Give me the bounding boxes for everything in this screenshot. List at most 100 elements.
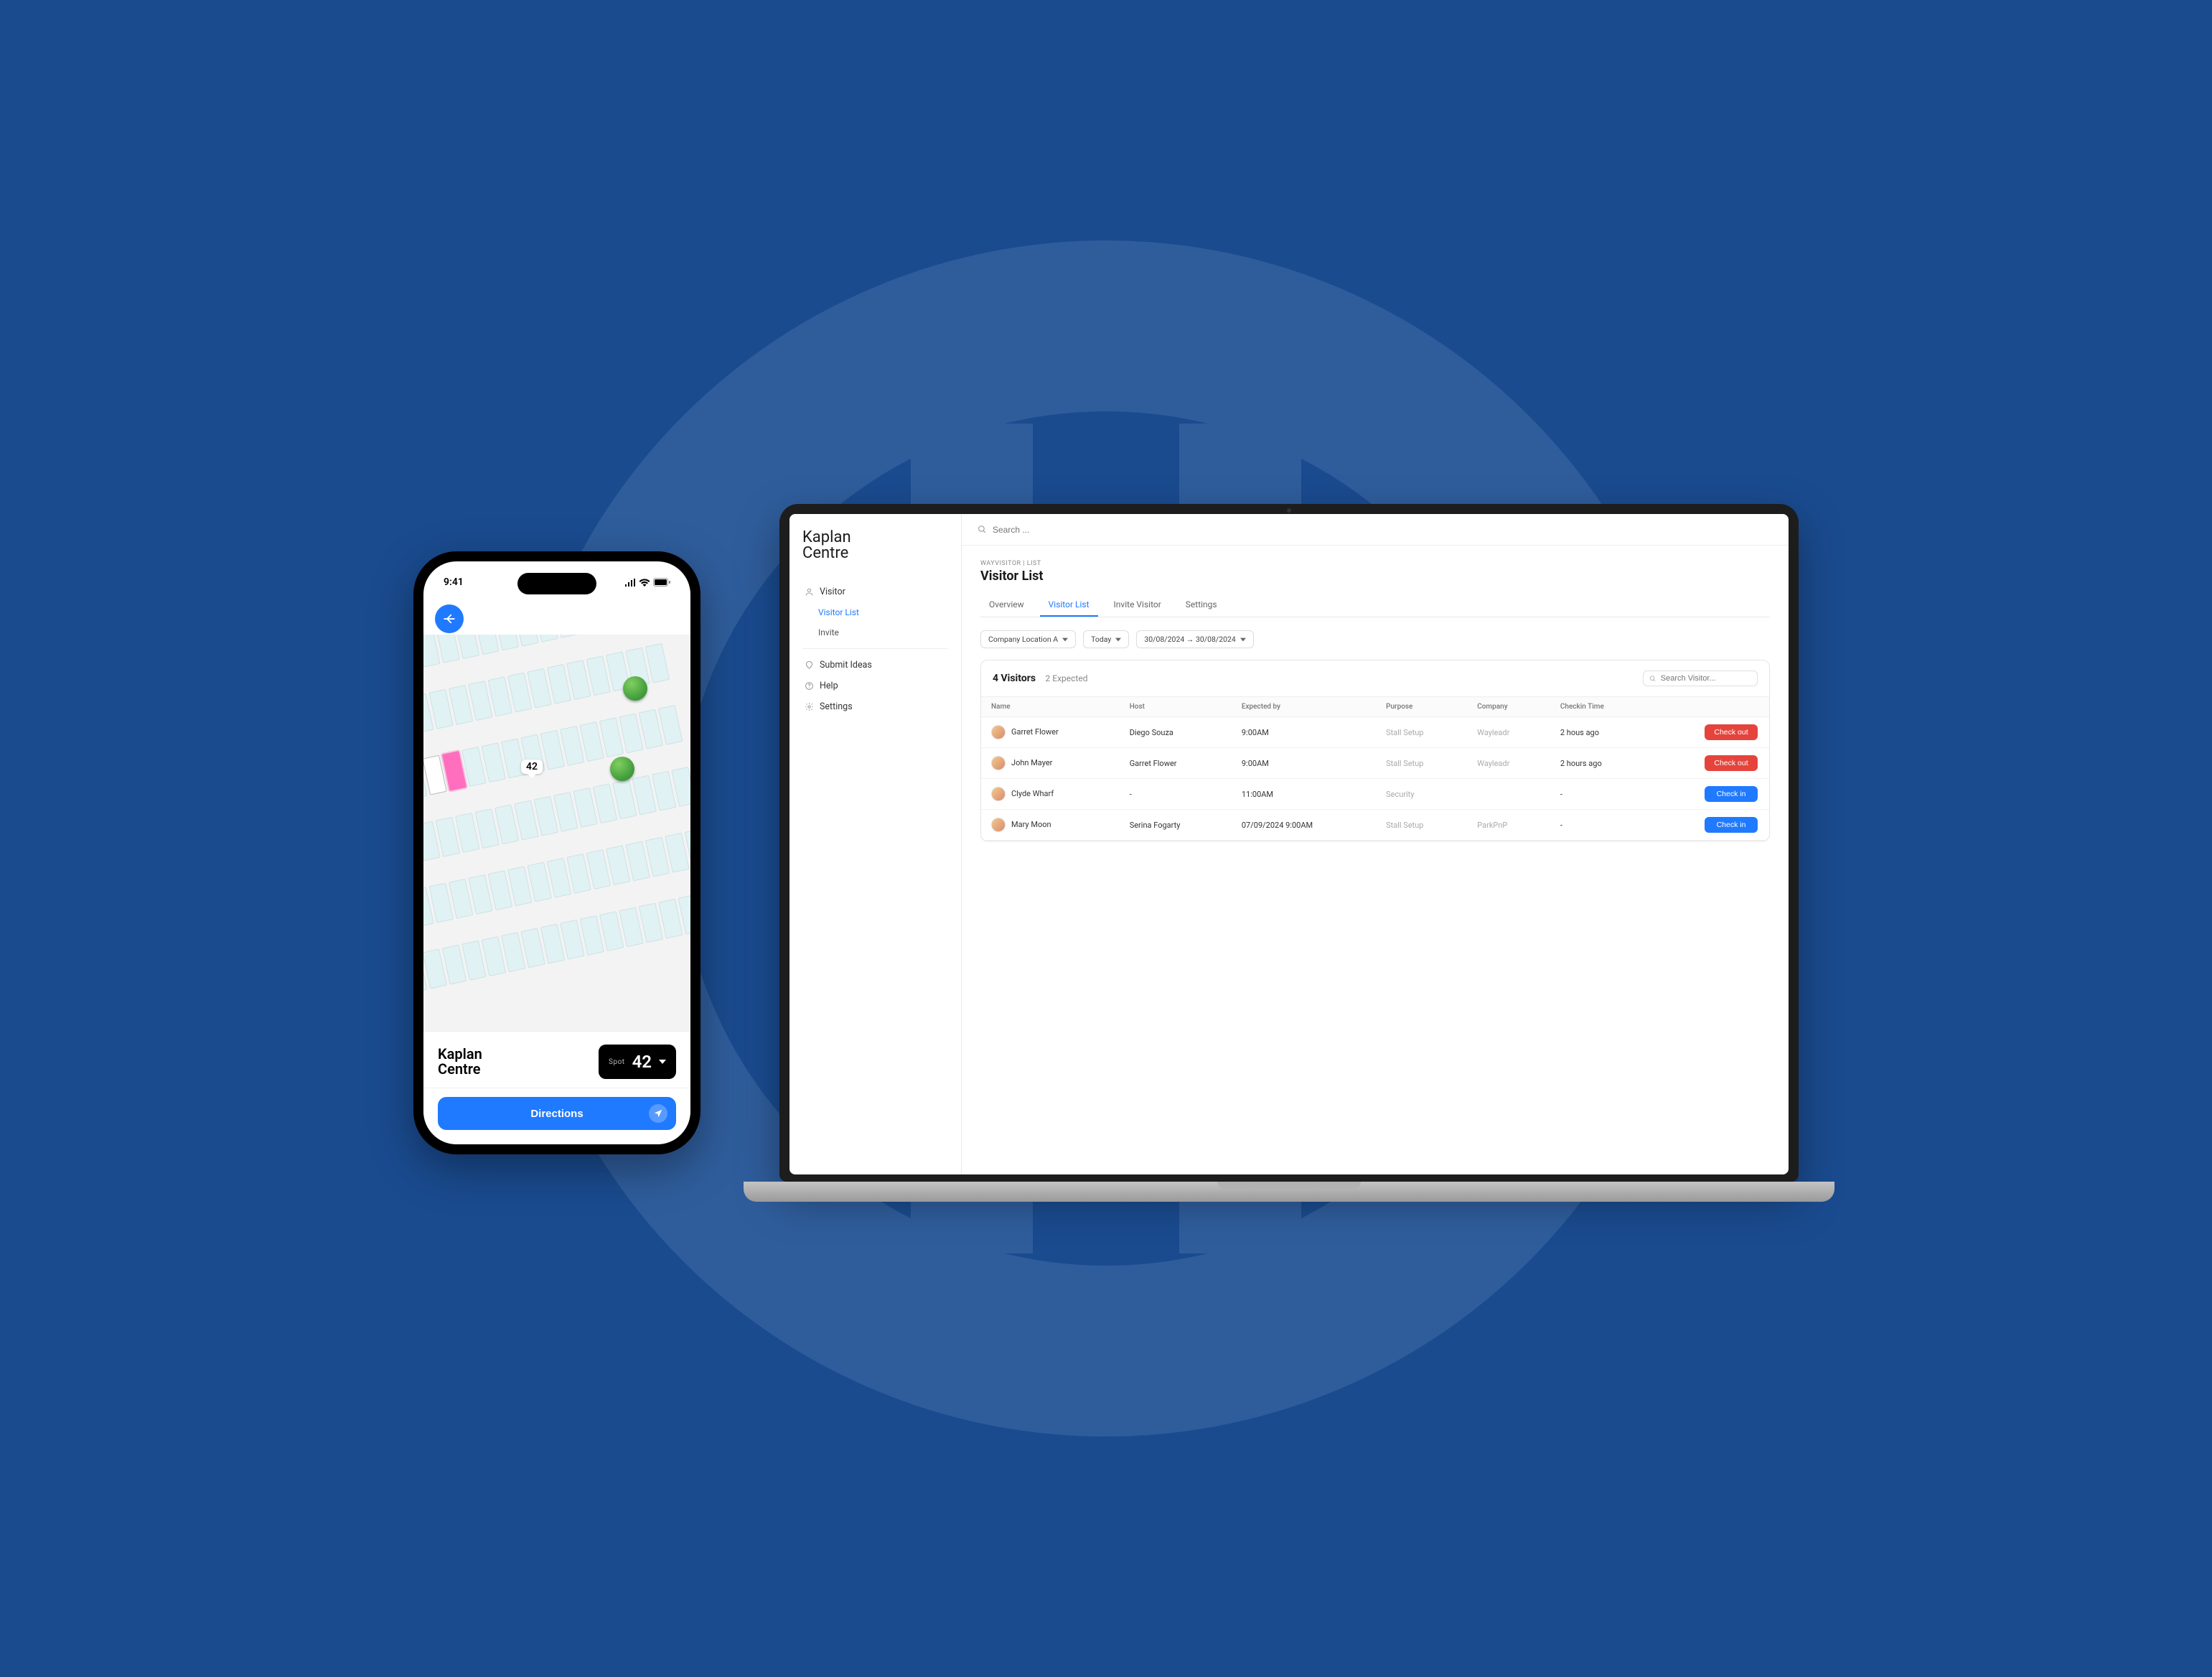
cell-company: Wayleadr (1467, 717, 1550, 748)
cell-purpose: Stall Setup (1376, 810, 1467, 841)
cell-purpose: Stall Setup (1376, 717, 1467, 748)
filter-location-label: Company Location A (988, 635, 1058, 644)
sidebar-item-label: Help (820, 681, 838, 691)
bulb-icon (804, 660, 814, 670)
spot-number: 42 (632, 1052, 652, 1072)
sidebar-item-invite[interactable]: Invite (802, 622, 948, 643)
filter-date-range[interactable]: 30/08/2024 → 30/08/2024 (1136, 630, 1253, 648)
avatar (991, 725, 1006, 739)
cell-host: Diego Souza (1120, 717, 1232, 748)
tab-settings[interactable]: Settings (1177, 594, 1226, 617)
cell-name: John Mayer (1011, 758, 1052, 767)
map-tree-icon (623, 676, 647, 701)
directions-button[interactable]: Directions (438, 1097, 676, 1130)
tab-overview[interactable]: Overview (980, 594, 1033, 617)
phone-bottom-card: Kaplan Centre Spot 42 Directions (423, 1031, 690, 1144)
cell-host: Garret Flower (1120, 748, 1232, 779)
cell-expected: 9:00AM (1232, 717, 1376, 748)
sidebar-item-label: Invite (818, 627, 839, 637)
filter-period-label: Today (1091, 635, 1111, 644)
col-name: Name (981, 697, 1120, 717)
sidebar-item-settings[interactable]: Settings (802, 696, 948, 717)
chevron-down-icon (1240, 637, 1246, 643)
parking-map[interactable]: 42 (423, 635, 690, 1031)
col-checkin: Checkin Time (1550, 697, 1651, 717)
table-row: Clyde Wharf-11:00AMSecurity-Check in (981, 779, 1769, 810)
arrow-left-icon (443, 612, 456, 625)
cell-name: Mary Moon (1011, 820, 1051, 829)
col-purpose: Purpose (1376, 697, 1467, 717)
sidebar: Kaplan Centre Visitor Visitor List Invit… (789, 514, 962, 1174)
page-title: Visitor List (980, 569, 1770, 584)
check-out-button[interactable]: Check out (1705, 755, 1758, 771)
avatar (991, 818, 1006, 832)
visitors-panel: 4 Visitors 2 Expected (980, 660, 1770, 841)
search-icon (1649, 675, 1656, 683)
sidebar-item-label: Settings (820, 701, 853, 712)
cell-name: Clyde Wharf (1011, 789, 1054, 798)
filter-location[interactable]: Company Location A (980, 630, 1076, 648)
back-button[interactable] (435, 604, 464, 633)
tab-visitor-list[interactable]: Visitor List (1040, 594, 1098, 617)
spot-selector[interactable]: Spot 42 (599, 1045, 676, 1079)
search-icon (978, 525, 987, 534)
cell-checkin: 2 hours ago (1550, 748, 1651, 779)
cell-name: Garret Flower (1011, 727, 1059, 737)
directions-label: Directions (530, 1108, 583, 1120)
table-row: Garret Flower Diego Souza9:00AMStall Setu… (981, 717, 1769, 748)
location-title: Kaplan Centre (438, 1047, 482, 1077)
status-time: 9:41 (444, 576, 464, 588)
sidebar-item-visitor-list[interactable]: Visitor List (802, 602, 948, 622)
map-tree-icon (610, 757, 634, 781)
phone-dynamic-island (517, 573, 596, 594)
cell-checkin: - (1550, 810, 1651, 841)
laptop-base (744, 1182, 1834, 1202)
sidebar-item-help[interactable]: Help (802, 676, 948, 696)
cell-expected: 07/09/2024 9:00AM (1232, 810, 1376, 841)
global-search-input[interactable] (993, 525, 1208, 535)
laptop-mockup: Kaplan Centre Visitor Visitor List Invit… (779, 504, 1799, 1202)
top-bar (962, 514, 1789, 546)
sidebar-item-submit-ideas[interactable]: Submit Ideas (802, 655, 948, 676)
expected-count: 2 Expected (1046, 673, 1088, 683)
spot-callout: 42 (521, 760, 543, 774)
cell-purpose: Security (1376, 779, 1467, 810)
wifi-icon (639, 579, 650, 587)
phone-mockup: 9:41 (413, 551, 700, 1154)
cell-checkin: 2 hous ago (1550, 717, 1651, 748)
cell-purpose: Stall Setup (1376, 748, 1467, 779)
cell-company: ParkPnP (1467, 810, 1550, 841)
check-in-button[interactable]: Check in (1705, 786, 1758, 802)
check-out-button[interactable]: Check out (1705, 724, 1758, 740)
brand-title: Kaplan Centre (802, 530, 948, 561)
cell-company (1467, 779, 1550, 810)
gear-icon (804, 702, 814, 711)
visitor-search-input[interactable] (1661, 674, 1751, 683)
cell-company: Wayleadr (1467, 748, 1550, 779)
tab-invite-visitor[interactable]: Invite Visitor (1105, 594, 1170, 617)
sidebar-item-label: Visitor (820, 587, 845, 597)
table-row: John Mayer Garret Flower9:00AMStall Setup… (981, 748, 1769, 779)
sidebar-item-visitor[interactable]: Visitor (802, 581, 948, 602)
chevron-down-icon (1115, 637, 1121, 643)
signal-icon (624, 579, 636, 587)
cell-expected: 9:00AM (1232, 748, 1376, 779)
sidebar-item-label: Submit Ideas (820, 660, 872, 671)
col-host: Host (1120, 697, 1232, 717)
chevron-down-icon (1062, 637, 1068, 643)
person-icon (804, 587, 814, 597)
navigate-icon (653, 1108, 663, 1118)
cell-host: - (1120, 779, 1232, 810)
check-in-button[interactable]: Check in (1705, 817, 1758, 833)
tabs: Overview Visitor List Invite Visitor Set… (980, 594, 1770, 617)
avatar (991, 756, 1006, 770)
help-icon (804, 681, 814, 691)
cell-checkin: - (1550, 779, 1651, 810)
breadcrumb: WAYVISITOR | List (980, 560, 1770, 567)
avatar (991, 787, 1006, 801)
filter-date-range-label: 30/08/2024 → 30/08/2024 (1144, 635, 1235, 644)
visitor-search[interactable] (1643, 671, 1758, 686)
col-expected: Expected by (1232, 697, 1376, 717)
cell-expected: 11:00AM (1232, 779, 1376, 810)
filter-period[interactable]: Today (1083, 630, 1129, 648)
